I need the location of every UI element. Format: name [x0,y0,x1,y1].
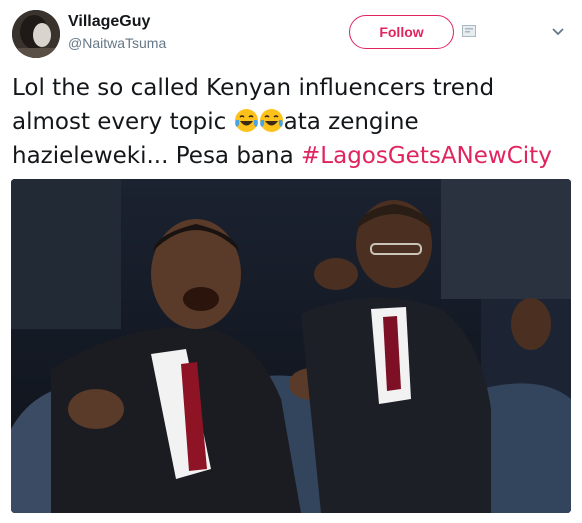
tweet-text: Lol the so called Kenyan influencers tre… [12,71,572,173]
follow-button[interactable]: Follow [349,15,454,49]
person-add-icon[interactable] [462,24,476,42]
tweet-photo[interactable] [11,179,571,513]
face-with-tears-of-joy-icon [259,108,284,133]
avatar-image [12,10,60,58]
hashtag-link[interactable]: #LagosGetsANewCity [301,143,552,169]
avatar[interactable] [12,10,60,58]
display-name[interactable]: VillageGuy [68,13,150,31]
face-with-tears-of-joy-icon [234,108,259,133]
photo-image [11,179,571,513]
chevron-down-icon[interactable] [552,24,564,42]
user-handle[interactable]: @NaitwaTsuma [68,35,166,51]
